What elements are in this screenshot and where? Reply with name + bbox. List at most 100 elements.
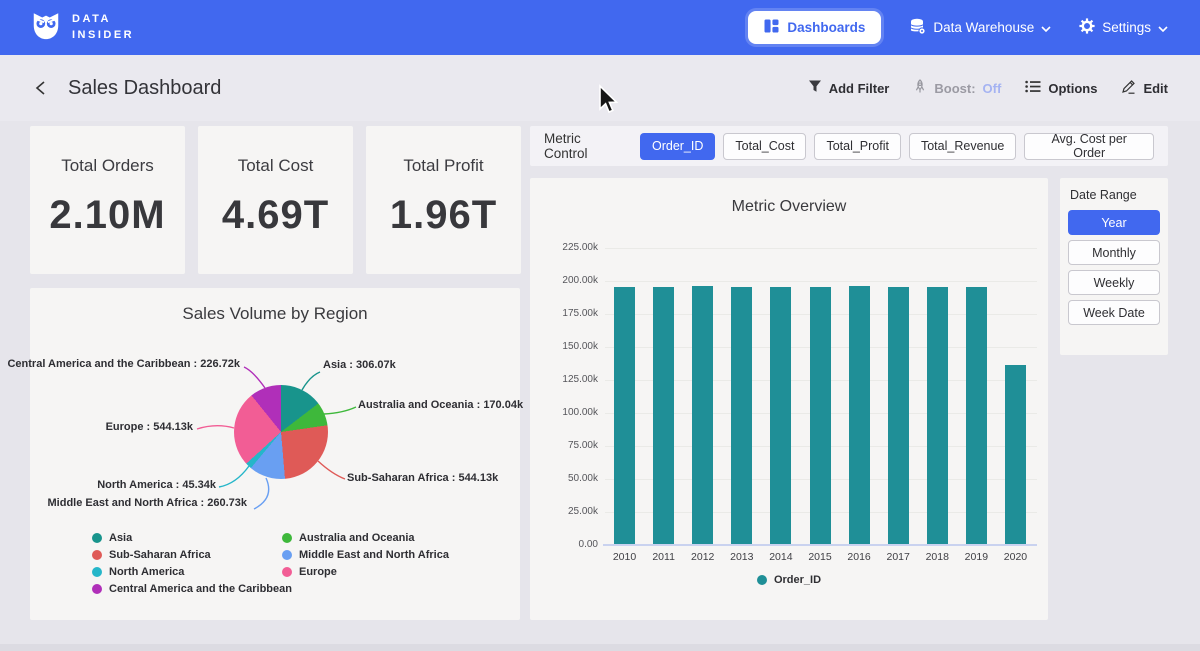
metric-button-total-revenue[interactable]: Total_Revenue <box>909 133 1016 160</box>
metric-button-order-id[interactable]: Order_ID <box>640 133 715 160</box>
list-options-icon <box>1025 80 1041 96</box>
nav-settings-label: Settings <box>1102 20 1151 35</box>
legend-dot <box>92 567 102 577</box>
bar-2017[interactable] <box>888 287 909 544</box>
bar-2012[interactable] <box>692 286 713 544</box>
bar-2014[interactable] <box>770 287 791 544</box>
pie-chart[interactable] <box>234 385 328 479</box>
y-axis-tick-label: 0.00 <box>530 539 598 550</box>
rocket-icon <box>913 79 927 97</box>
nav-data-warehouse-label: Data Warehouse <box>933 20 1034 35</box>
bar-2015[interactable] <box>810 287 831 544</box>
legend-label: Sub-Saharan Africa <box>109 549 211 561</box>
legend-label: Asia <box>109 532 132 544</box>
kpi-label: Total Cost <box>198 156 353 176</box>
bar-2019[interactable] <box>966 287 987 544</box>
x-axis-tick-label: 2012 <box>683 551 723 563</box>
dashboard-grid-icon <box>764 19 779 36</box>
pie-legend-item[interactable]: Europe <box>282 566 449 578</box>
metric-button-total-cost[interactable]: Total_Cost <box>723 133 806 160</box>
kpi-label: Total Orders <box>30 156 185 176</box>
boost-label: Boost: <box>934 81 975 96</box>
nav-dashboards-button[interactable]: Dashboards <box>748 11 881 44</box>
add-filter-label: Add Filter <box>829 81 890 96</box>
page-title: Sales Dashboard <box>68 77 221 100</box>
kpi-label: Total Profit <box>366 156 521 176</box>
options-button[interactable]: Options <box>1025 80 1097 96</box>
bar-2011[interactable] <box>653 287 674 544</box>
kpi-value: 2.10M <box>30 193 185 238</box>
pie-callout-middle-east: Middle East and North Africa : 260.73k <box>48 497 247 509</box>
legend-dot-order-id <box>757 575 767 585</box>
pie-legend-item[interactable]: Central America and the Caribbean <box>92 583 292 595</box>
pencil-icon <box>1121 79 1136 97</box>
brand-logo[interactable]: DATA INSIDER <box>30 9 134 47</box>
bar-chart-plot-area: 0.0025.00k50.00k75.00k100.00k125.00k150.… <box>530 178 1048 620</box>
y-axis-tick-label: 100.00k <box>530 407 598 418</box>
pie-callout-australia: Australia and Oceania : 170.04k <box>358 399 523 411</box>
nav-data-warehouse[interactable]: Data Warehouse <box>909 18 1051 38</box>
boost-toggle[interactable]: Boost: Off <box>913 79 1001 97</box>
date-button-year[interactable]: Year <box>1068 210 1160 235</box>
kpi-card-total-cost: Total Cost 4.69T <box>198 126 353 274</box>
pie-legend-column-2: Australia and Oceania Middle East and Nor… <box>282 532 449 578</box>
x-axis-tick-label: 2015 <box>800 551 840 563</box>
sales-volume-chart-card: Sales Volume by Region Asia : 306.07k Au… <box>30 288 520 620</box>
date-range-label: Date Range <box>1070 188 1160 202</box>
y-axis-tick-label: 225.00k <box>530 242 598 253</box>
edit-button[interactable]: Edit <box>1121 79 1168 97</box>
bar-2010[interactable] <box>614 287 635 544</box>
date-button-weekly[interactable]: Weekly <box>1068 270 1160 295</box>
gridline <box>605 281 1037 282</box>
back-button[interactable] <box>30 77 52 99</box>
metric-overview-chart-card: Metric Overview 0.0025.00k50.00k75.00k10… <box>530 178 1048 620</box>
kpi-value: 1.96T <box>366 193 521 238</box>
boost-value: Off <box>983 81 1002 96</box>
metric-button-avg-cost[interactable]: Avg. Cost per Order <box>1024 133 1154 160</box>
bar-2013[interactable] <box>731 287 752 544</box>
pie-callout-asia: Asia : 306.07k <box>323 359 396 371</box>
y-axis-tick-label: 50.00k <box>530 473 598 484</box>
pie-legend-item[interactable]: Asia <box>92 532 292 544</box>
legend-dot <box>282 550 292 560</box>
edit-label: Edit <box>1143 81 1168 96</box>
nav-settings[interactable]: Settings <box>1079 18 1168 37</box>
gear-icon <box>1079 18 1095 37</box>
pie-callout-europe: Europe : 544.13k <box>106 421 193 433</box>
bar-2016[interactable] <box>849 286 870 544</box>
pie-legend-item[interactable]: Sub-Saharan Africa <box>92 549 292 561</box>
legend-dot <box>92 533 102 543</box>
x-axis-tick-label: 2018 <box>917 551 957 563</box>
top-nav-bar: DATA INSIDER Dashboards <box>0 0 1200 55</box>
add-filter-button[interactable]: Add Filter <box>808 80 890 96</box>
legend-dot <box>92 550 102 560</box>
y-axis-tick-label: 200.00k <box>530 275 598 286</box>
chevron-down-icon <box>1041 20 1051 35</box>
y-axis-tick-label: 125.00k <box>530 374 598 385</box>
legend-dot <box>282 567 292 577</box>
kpi-card-total-orders: Total Orders 2.10M <box>30 126 185 274</box>
mouse-cursor <box>597 84 621 119</box>
bar-2018[interactable] <box>927 287 948 544</box>
brand-line1: DATA <box>72 12 134 28</box>
legend-dot <box>282 533 292 543</box>
options-label: Options <box>1048 81 1097 96</box>
pie-legend-item[interactable]: North America <box>92 566 292 578</box>
chevron-down-icon <box>1158 20 1168 35</box>
date-button-week-date[interactable]: Week Date <box>1068 300 1160 325</box>
legend-label-order-id: Order_ID <box>774 574 821 586</box>
metric-button-total-profit[interactable]: Total_Profit <box>814 133 901 160</box>
y-axis-tick-label: 75.00k <box>530 440 598 451</box>
legend-label: Europe <box>299 566 337 578</box>
x-axis-tick-label: 2013 <box>722 551 762 563</box>
date-button-monthly[interactable]: Monthly <box>1068 240 1160 265</box>
bar-2020[interactable] <box>1005 365 1026 544</box>
legend-dot <box>92 584 102 594</box>
kpi-card-total-profit: Total Profit 1.96T <box>366 126 521 274</box>
pie-legend-item[interactable]: Australia and Oceania <box>282 532 449 544</box>
x-axis-tick-label: 2019 <box>956 551 996 563</box>
pie-legend-item[interactable]: Middle East and North Africa <box>282 549 449 561</box>
pie-callout-sub-saharan: Sub-Saharan Africa : 544.13k <box>347 472 498 484</box>
window-bottom-edge <box>0 644 1200 651</box>
legend-label: Middle East and North Africa <box>299 549 449 561</box>
